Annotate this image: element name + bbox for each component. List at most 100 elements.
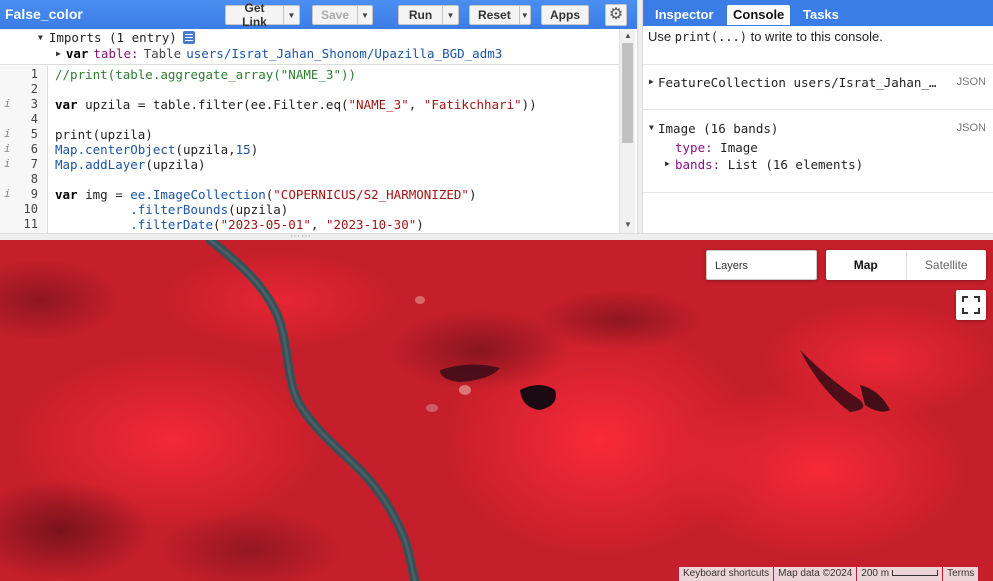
line-number: 10 — [23, 202, 38, 216]
tab-console[interactable]: Console — [727, 5, 791, 25]
code-token: upzila = table.filter(ee.Filter.eq( — [77, 97, 349, 112]
image-type-row: type: Image — [643, 139, 993, 157]
code-token: "2023-10-30" — [325, 217, 417, 232]
scroll-down-icon[interactable]: ▼ — [624, 220, 632, 229]
save-button[interactable]: Save ▼ — [312, 5, 373, 25]
import-asset-link[interactable]: users/Israt_Jahan_Shonom/Upazilla_BGD_ad… — [186, 46, 502, 61]
map-type-toggle: Map Satellite — [826, 250, 986, 280]
code-line-1: //print(table.aggregate_array("NAME_3")) — [55, 67, 357, 82]
info-marker-icon[interactable]: i — [4, 97, 11, 110]
false-color-imagery — [0, 240, 993, 581]
tab-inspector[interactable]: Inspector — [649, 5, 720, 25]
console-entry-featurecollection[interactable]: ▶ FeatureCollection users/Israt_Jahan_… … — [643, 74, 993, 94]
info-marker-icon[interactable]: i — [4, 157, 11, 170]
layers-button[interactable]: Layers — [706, 250, 817, 280]
line-number: 5 — [30, 127, 38, 141]
json-button[interactable]: JSON — [957, 122, 986, 134]
get-link-button[interactable]: Get Link ▼ — [225, 1, 300, 29]
document-icon[interactable] — [182, 31, 195, 44]
code-token: ee.ImageCollection — [130, 187, 266, 202]
reset-button[interactable]: Reset ▼ — [469, 5, 531, 25]
expand-triangle-icon[interactable]: ▶ — [665, 159, 670, 168]
apps-button[interactable]: Apps — [541, 5, 589, 25]
code-editor-toolbar: False_color Get Link ▼ Save ▼ Run ▼ Rese… — [0, 0, 637, 29]
imports-section: ▼ Imports (1 entry) ▶ var table: Table u… — [0, 29, 620, 65]
code-token: (upzila) — [228, 202, 289, 217]
code-token: , — [310, 217, 326, 232]
import-name[interactable]: table: — [93, 46, 138, 61]
console-panel: Use print(...) to write to this console.… — [643, 26, 993, 233]
collapse-triangle-icon[interactable]: ▼ — [38, 33, 43, 42]
image-bands-row[interactable]: ▶ bands: List (16 elements) — [643, 156, 993, 174]
run-button[interactable]: Run ▼ — [398, 5, 459, 25]
code-token: .filterDate — [55, 217, 214, 232]
gear-icon[interactable]: ⚙ — [605, 4, 627, 26]
import-keyword: var — [65, 46, 89, 61]
map-type-map-button[interactable]: Map — [826, 250, 906, 280]
info-marker-icon[interactable]: i — [4, 187, 11, 200]
code-line-7: Map.addLayer(upzila) — [55, 157, 206, 172]
code-token: "NAME_3" — [348, 97, 409, 112]
line-number: 3 — [30, 97, 38, 111]
info-marker-icon[interactable]: i — [4, 127, 11, 140]
code-token: ) — [416, 217, 424, 232]
collapse-triangle-icon[interactable]: ▼ — [649, 123, 654, 132]
map-type-satellite-button[interactable]: Satellite — [905, 250, 987, 280]
horizontal-splitter[interactable]: ⋯⋯ — [0, 231, 993, 242]
scroll-up-icon[interactable]: ▲ — [624, 31, 632, 40]
import-type: Table — [143, 46, 182, 61]
chevron-down-icon[interactable]: ▼ — [442, 6, 458, 24]
chevron-down-icon[interactable]: ▼ — [357, 6, 372, 24]
code-token: ) — [250, 142, 259, 157]
map-canvas[interactable]: Layers Map Satellite Keyboard shortcuts … — [0, 240, 993, 581]
chevron-down-icon[interactable]: ▼ — [283, 6, 299, 24]
code-token: )) — [521, 97, 537, 112]
line-number: 8 — [30, 172, 38, 186]
divider — [643, 109, 993, 110]
fullscreen-icon[interactable] — [956, 290, 986, 320]
hint-text: to write to this console. — [746, 29, 883, 44]
editor-scrollbar[interactable]: ▲ ▼ — [619, 29, 635, 233]
line-number: 2 — [30, 82, 38, 96]
scale-control[interactable]: 200 m — [857, 567, 943, 581]
save-label: Save — [321, 8, 350, 22]
terms-link[interactable]: Terms — [943, 567, 979, 581]
tab-tasks[interactable]: Tasks — [797, 5, 845, 25]
code-token: (upzila, — [175, 142, 236, 157]
divider — [643, 192, 993, 193]
code-lines[interactable]: //print(table.aggregate_array("NAME_3"))… — [55, 66, 620, 233]
apps-label: Apps — [550, 8, 580, 22]
json-button[interactable]: JSON — [957, 76, 986, 88]
property-row: type: Image — [675, 140, 758, 155]
code-token: "COPERNICUS/S2_HARMONIZED" — [273, 187, 469, 202]
code-token: Map.centerObject — [55, 142, 176, 157]
divider — [643, 64, 993, 65]
code-token: "Fatikchhari" — [423, 97, 522, 112]
property-value: Image — [720, 140, 758, 155]
expand-triangle-icon[interactable]: ▶ — [649, 77, 654, 86]
line-gutter: 1 2 3 4 5 6 7 8 9 10 11 i i i i i — [0, 66, 48, 233]
console-hint: Use print(...) to write to this console. — [648, 29, 883, 44]
code-token: Map.addLayer — [55, 157, 146, 172]
code-token: "2023-05-01" — [220, 217, 311, 232]
keyboard-shortcuts-link[interactable]: Keyboard shortcuts — [679, 567, 774, 581]
code-token: 15 — [235, 142, 251, 157]
info-marker-icon[interactable]: i — [4, 142, 11, 155]
scale-bar — [892, 570, 939, 577]
scrollbar-thumb[interactable] — [622, 43, 633, 143]
code-editor[interactable]: ▼ Imports (1 entry) ▶ var table: Table u… — [0, 29, 637, 233]
code-line-11: .filterDate("2023-05-01", "2023-10-30") — [55, 217, 424, 232]
code-token: ( — [213, 217, 221, 232]
line-number: 9 — [30, 187, 38, 201]
chevron-down-icon[interactable]: ▼ — [518, 6, 530, 24]
reset-label: Reset — [478, 8, 511, 22]
code-line-3: var upzila = table.filter(ee.Filter.eq("… — [55, 97, 537, 112]
console-entry-text: FeatureCollection users/Israt_Jahan_… — [658, 75, 937, 90]
code-line-9: var img = ee.ImageCollection("COPERNICUS… — [55, 187, 476, 202]
code-token: img = — [77, 187, 131, 202]
expand-triangle-icon[interactable]: ▶ — [56, 49, 61, 58]
console-entry-image[interactable]: ▼ Image (16 bands) JSON — [643, 120, 993, 140]
code-token: var — [55, 97, 78, 112]
map-data-text: Map data ©2024 — [774, 567, 857, 581]
run-label: Run — [408, 8, 433, 22]
